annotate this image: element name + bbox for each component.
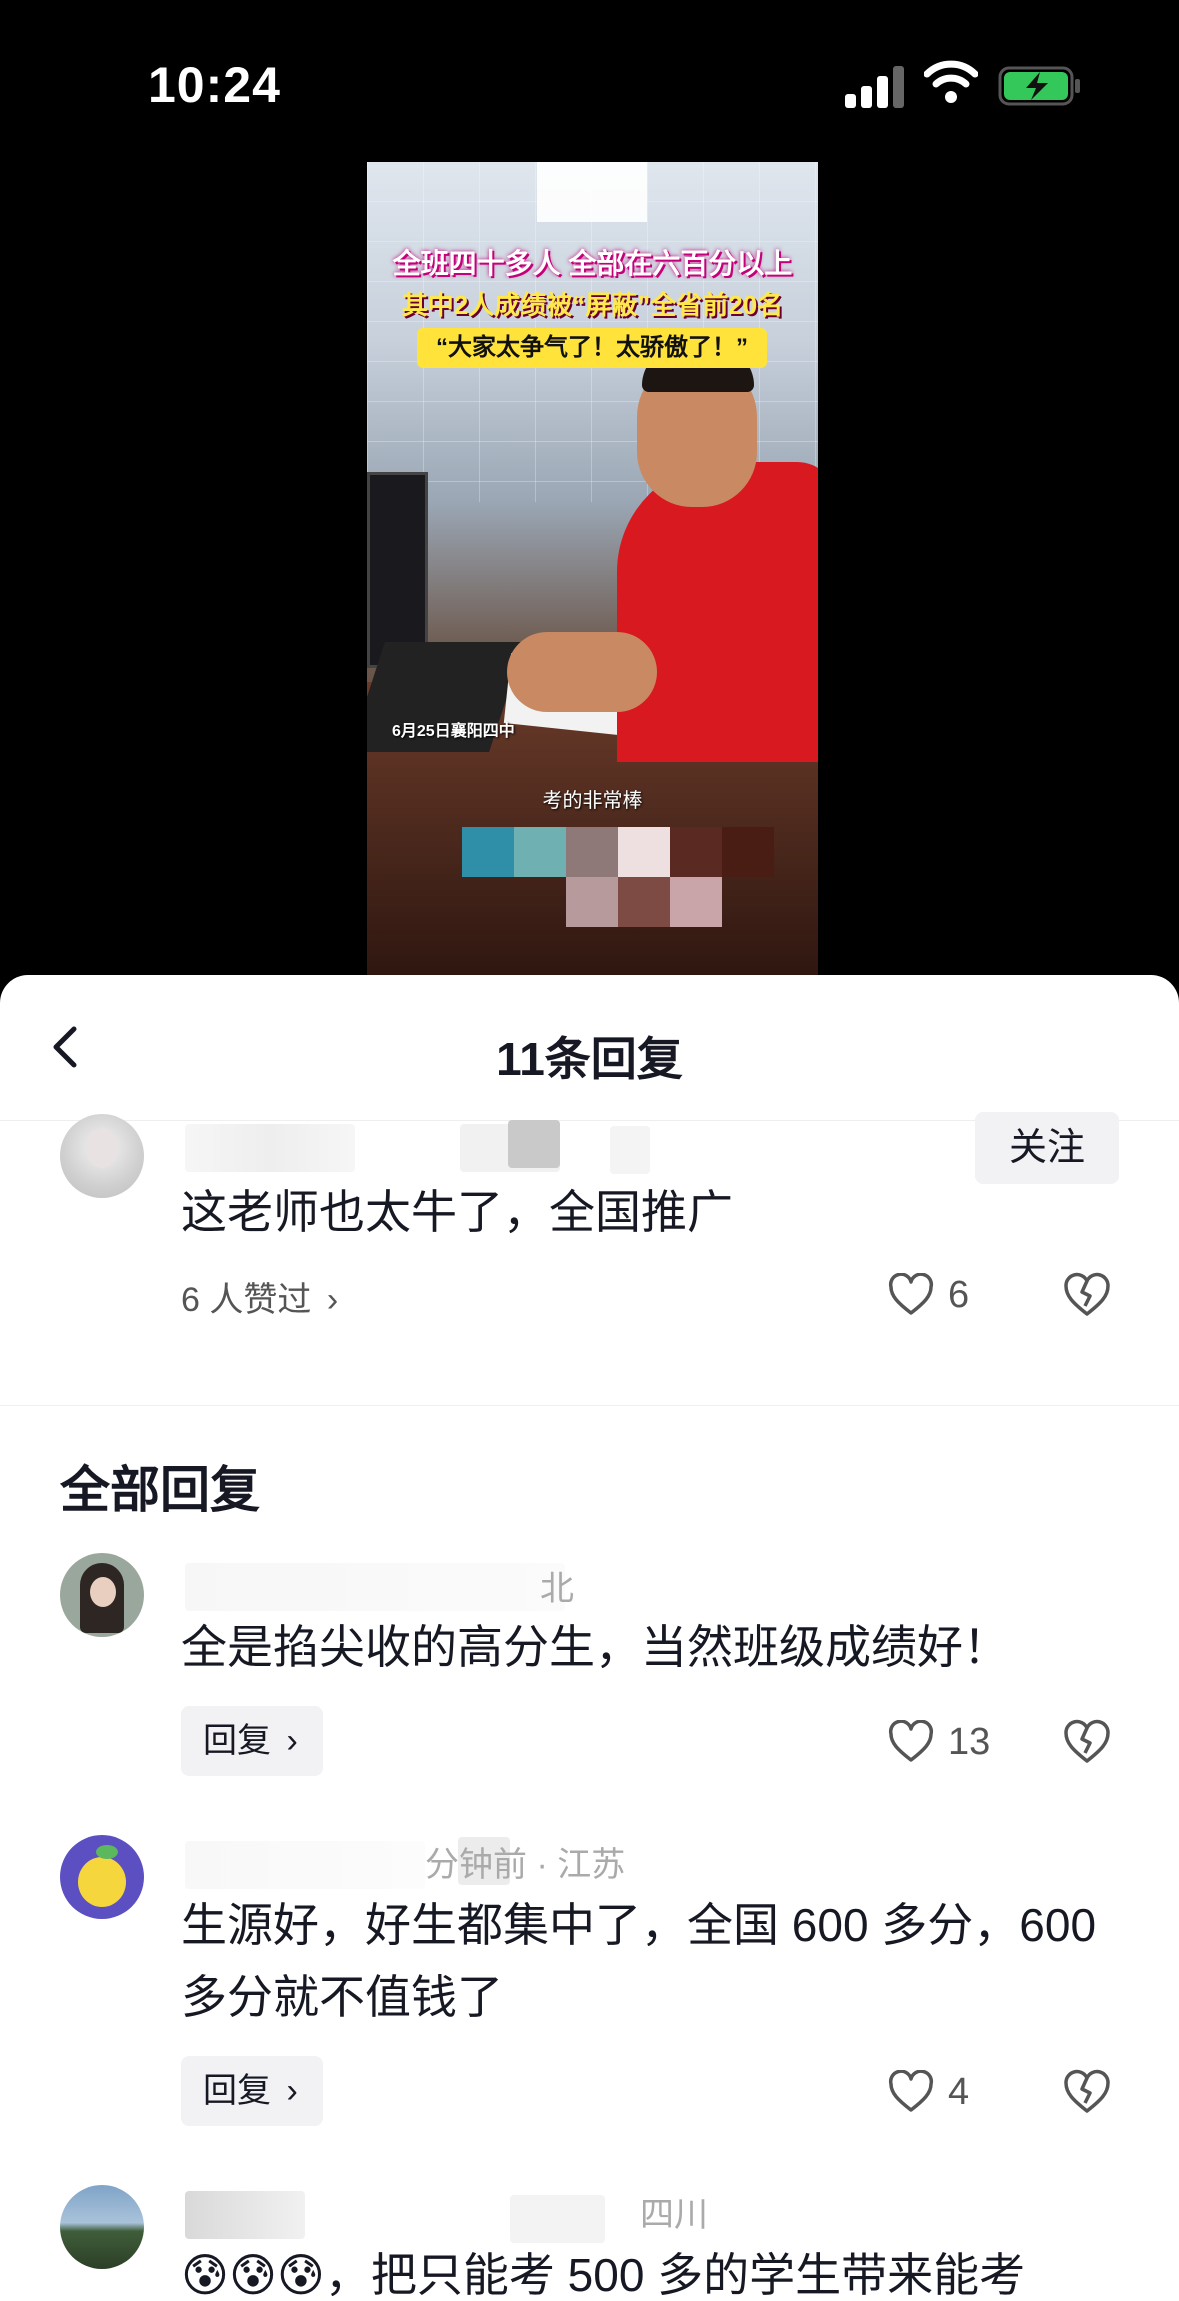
replies-panel: 11条回复 关注 这老师也太牛了，全国推广 6 人赞过 › 6 全部回复 北 全… [0,975,1179,2301]
reply-text: 😰😰😰，把只能考 500 多的学生带来能考 [181,2239,1141,2301]
reply-text-line2: 多分就不值钱了 [181,1971,503,2023]
ceiling-light [537,162,647,222]
reply-button[interactable]: 回复 › [181,1706,323,1776]
username-blurred[interactable] [185,1124,355,1172]
video-date-tag: 6月25日襄阳四中 [392,723,515,740]
like-group[interactable]: 4 [888,2067,969,2117]
status-time: 10:24 [148,57,281,113]
video-caption-line3: “大家太争气了！太骄傲了！” [417,328,767,368]
username-blurred-block [510,2195,605,2243]
chevron-right-icon: › [286,1722,298,1760]
chevron-right-icon: › [286,2072,298,2110]
dislike-broken-heart-icon[interactable] [1062,2067,1112,2117]
reply-meta: 分钟前 · 江苏 [425,1846,626,1884]
heart-icon[interactable] [888,1720,934,1764]
like-group[interactable]: 13 [888,1717,990,1767]
monitor-shape [367,472,428,668]
dislike-broken-heart-icon[interactable] [1062,1717,1112,1767]
avatar[interactable] [60,2185,144,2269]
like-count: 6 [948,1273,970,1316]
section-title: 全部回复 [60,1462,260,1518]
battery-charging-icon [998,66,1080,106]
avatar[interactable] [60,1835,144,1919]
like-count: 13 [948,1720,991,1763]
person-hands [507,632,657,712]
crying-emoji-icon: 😰😰😰 [181,2249,325,2301]
like-count: 4 [948,2070,970,2113]
panel-header: 11条回复 [0,975,1179,1121]
liked-by-label: 6 人赞过 [181,1281,312,1319]
username-blurred[interactable] [185,1841,425,1889]
video-caption-line1: 全班四十多人 全部在六百分以上 [392,248,793,279]
video-subtitle: 考的非常棒 [542,790,643,812]
username-blurred[interactable] [185,1563,565,1611]
video-caption-line2: 其中2人成绩被“屏蔽”全省前20名 [401,290,784,320]
video-player[interactable]: 全班四十多人 全部在六百分以上 其中2人成绩被“屏蔽”全省前20名 “大家太争气… [367,162,818,975]
person-shirt [617,462,818,762]
reply-text: 全是掐尖收的高分生，当然班级成绩好！ [181,1621,1009,1673]
username-blurred-block [610,1126,650,1174]
heart-icon[interactable] [888,1273,934,1317]
divider [0,1405,1179,1406]
username-blurred[interactable] [185,2191,305,2239]
reply-text-line1: 生源好，好生都集中了，全国 600 多分，600 [181,1899,1097,1951]
avatar[interactable] [60,1553,144,1637]
heart-icon[interactable] [888,2070,934,2114]
reply-meta: 四川 [640,2196,708,2234]
like-group[interactable]: 6 [888,1270,969,1320]
reply-meta: 北 [540,1570,574,1608]
username-blurred-block [508,1120,560,1168]
dislike-broken-heart-icon[interactable] [1062,1270,1112,1320]
follow-button[interactable]: 关注 [975,1112,1119,1184]
avatar[interactable] [60,1114,144,1198]
mosaic-blur [462,812,782,927]
reply-button[interactable]: 回复 › [181,2056,323,2126]
cellular-signal-icon [845,64,905,108]
reply-text-content: ，把只能考 500 多的学生带来能考 [324,2249,1026,2301]
reply-button-label: 回复 [203,2072,271,2110]
chevron-right-icon: › [326,1281,339,1319]
status-bar: 10:24 [0,0,1179,150]
panel-title: 11条回复 [496,1033,683,1085]
reply-button-label: 回复 [203,1722,271,1760]
liked-by-link[interactable]: 6 人赞过 › [181,1272,338,1321]
comment-text: 这老师也太牛了，全国推广 [181,1186,733,1238]
wifi-icon [924,60,978,103]
main-comment: 关注 这老师也太牛了，全国推广 6 人赞过 › 6 [0,1112,1179,1380]
